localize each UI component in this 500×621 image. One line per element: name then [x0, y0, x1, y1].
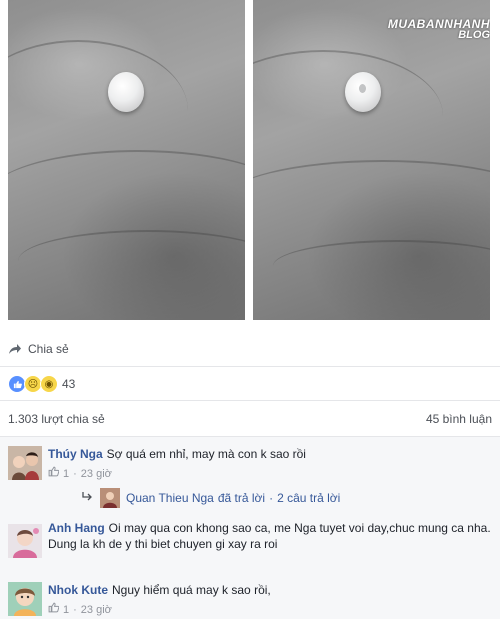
- reply-count[interactable]: 2 câu trả lời: [277, 491, 340, 505]
- reply-action: đã trả lời: [217, 491, 266, 505]
- photo-right[interactable]: MUABANNHANH BLOG: [253, 0, 490, 320]
- divider: [0, 366, 500, 367]
- divider: [0, 436, 500, 437]
- avatar[interactable]: [8, 524, 42, 558]
- commenter-name[interactable]: Anh Hang: [48, 521, 105, 535]
- share-button[interactable]: Chia sẻ: [8, 338, 492, 360]
- wow-icon: ◉: [40, 375, 58, 393]
- comment-count[interactable]: 45 bình luận: [426, 412, 492, 430]
- avatar[interactable]: [8, 446, 42, 480]
- comment-time[interactable]: 23 giờ: [81, 466, 112, 482]
- watermark-logo: MUABANNHANH BLOG: [388, 18, 490, 41]
- avatar: [100, 488, 120, 508]
- reply-arrow-icon: [82, 491, 94, 505]
- pearl-bead: [108, 72, 144, 112]
- post-stats: 1.303 lượt chia sẻ 45 bình luận: [8, 412, 492, 430]
- like-count: 1: [63, 468, 70, 480]
- pearl-bead-with-hole: [345, 72, 381, 112]
- share-arrow-icon: [8, 343, 22, 355]
- like-icon[interactable]: [48, 602, 60, 618]
- comment-text: Sợ quá em nhỉ, may mà con k sao rồi: [106, 447, 306, 461]
- share-label: Chia sẻ: [28, 342, 69, 356]
- commenter-name[interactable]: Nhok Kute: [48, 583, 108, 597]
- like-icon[interactable]: [48, 466, 60, 482]
- comment-text: Nguy hiểm quá may k sao rồi,: [112, 583, 271, 597]
- avatar[interactable]: [8, 582, 42, 616]
- watermark-line2: BLOG: [458, 29, 490, 41]
- comment-text: Oi may qua con khong sao ca, me Nga tuye…: [48, 521, 491, 551]
- reply-separator: ·: [269, 491, 274, 505]
- like-count: 1: [63, 604, 70, 616]
- share-count[interactable]: 1.303 lượt chia sẻ: [8, 412, 105, 430]
- post-photos: MUABANNHANH BLOG: [8, 0, 492, 322]
- reply-summary[interactable]: Quan Thieu Nga đã trả lời · 2 câu trả lờ…: [82, 487, 500, 509]
- reactions-summary[interactable]: ☹ ◉ 43: [8, 374, 75, 394]
- comment-time[interactable]: 23 giờ: [81, 602, 112, 618]
- comment-meta: 1 · 23 giờ: [48, 602, 492, 618]
- commenter-name[interactable]: Thúy Nga: [48, 447, 103, 461]
- reply-author[interactable]: Quan Thieu Nga: [126, 491, 214, 505]
- comment-meta: 1 · 23 giờ: [48, 466, 492, 482]
- divider: [0, 400, 500, 401]
- reaction-count: 43: [62, 377, 76, 391]
- photo-left[interactable]: [8, 0, 245, 320]
